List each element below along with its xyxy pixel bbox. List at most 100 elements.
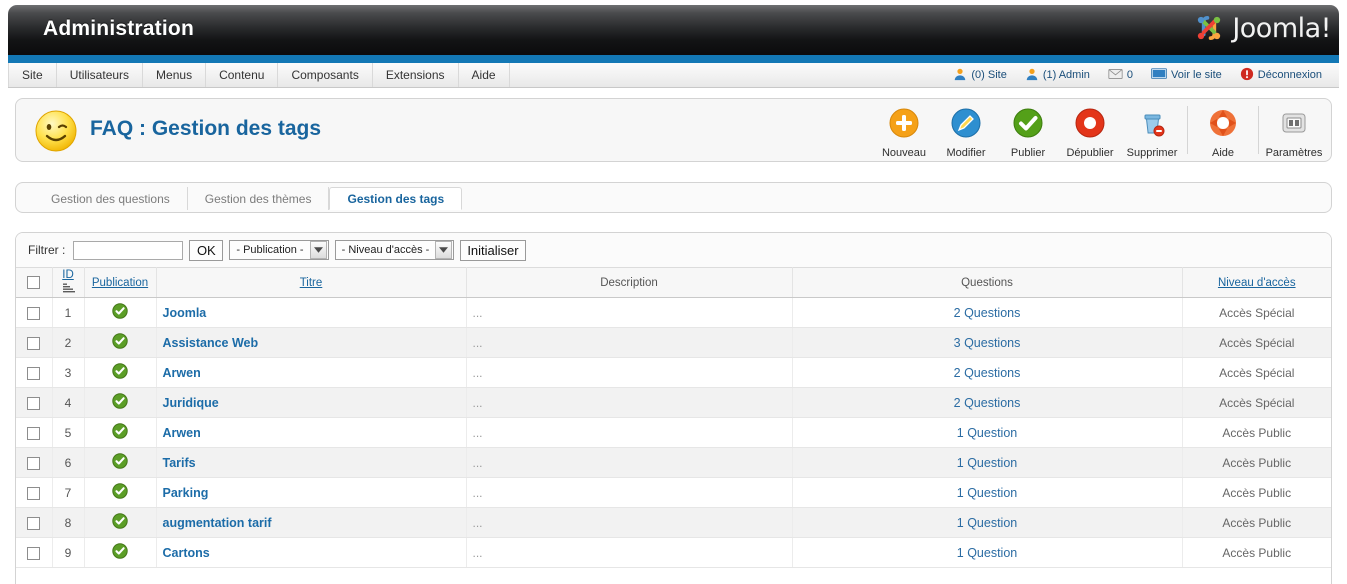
row-checkbox[interactable] — [27, 546, 41, 560]
logout-link[interactable]: Déconnexion — [1233, 67, 1329, 84]
row-title[interactable]: Arwen — [156, 417, 467, 448]
row-select-cell[interactable] — [16, 477, 53, 508]
row-select-cell[interactable] — [16, 447, 53, 478]
row-title-link[interactable]: Juridique — [163, 396, 219, 410]
row-questions[interactable]: 2 Questions — [792, 387, 1183, 418]
menu-item-aide[interactable]: Aide — [459, 63, 510, 87]
header-title[interactable]: Titre — [156, 267, 467, 298]
row-select-cell[interactable] — [16, 507, 53, 538]
header-title-label[interactable]: Titre — [300, 277, 323, 289]
row-title-link[interactable]: Cartons — [163, 546, 210, 560]
header-publication[interactable]: Publication — [84, 267, 157, 298]
header-id-label[interactable]: ID — [62, 269, 74, 281]
filter-ok-button[interactable]: OK — [189, 239, 224, 261]
publication-filter-select[interactable]: - Publication - — [229, 240, 329, 260]
row-publication-toggle[interactable] — [84, 387, 157, 418]
admin-users-status[interactable]: (1) Admin — [1018, 67, 1097, 84]
published-check-icon[interactable] — [112, 303, 128, 322]
row-questions-link[interactable]: 3 Questions — [954, 336, 1021, 350]
tab-gestion-des-themes[interactable]: Gestion des thèmes — [188, 187, 330, 210]
row-publication-toggle[interactable] — [84, 447, 157, 478]
tab-gestion-des-tags[interactable]: Gestion des tags — [329, 187, 463, 210]
header-access[interactable]: Niveau d'accès — [1182, 267, 1331, 298]
row-questions[interactable]: 1 Question — [792, 507, 1183, 538]
row-checkbox[interactable] — [27, 426, 41, 440]
row-title-link[interactable]: Arwen — [163, 366, 201, 380]
row-select-cell[interactable] — [16, 537, 53, 568]
row-title-link[interactable]: augmentation tarif — [163, 516, 272, 530]
header-select-all[interactable] — [16, 267, 53, 298]
row-questions[interactable]: 1 Question — [792, 417, 1183, 448]
row-publication-toggle[interactable] — [84, 297, 157, 328]
toolbar-options-button[interactable]: Paramètres — [1263, 102, 1325, 159]
toolbar-publish-button[interactable]: Publier — [997, 102, 1059, 159]
row-questions[interactable]: 1 Question — [792, 477, 1183, 508]
row-title-link[interactable]: Assistance Web — [163, 336, 259, 350]
search-input[interactable] — [73, 240, 184, 260]
row-title-link[interactable]: Tarifs — [163, 456, 196, 470]
row-questions-link[interactable]: 2 Questions — [954, 396, 1021, 410]
row-title[interactable]: Juridique — [156, 387, 467, 418]
row-checkbox[interactable] — [27, 486, 41, 500]
row-select-cell[interactable] — [16, 297, 53, 328]
tab-gestion-des-questions[interactable]: Gestion des questions — [34, 187, 188, 210]
menu-item-contenu[interactable]: Contenu — [206, 63, 279, 87]
row-checkbox[interactable] — [27, 366, 41, 380]
row-publication-toggle[interactable] — [84, 417, 157, 448]
row-questions[interactable]: 1 Question — [792, 537, 1183, 568]
site-visitors-status[interactable]: (0) Site — [946, 67, 1013, 84]
published-check-icon[interactable] — [112, 393, 128, 412]
toolbar-edit-button[interactable]: Modifier — [935, 102, 997, 159]
row-questions[interactable]: 2 Questions — [792, 297, 1183, 328]
row-title[interactable]: Cartons — [156, 537, 467, 568]
row-title-link[interactable]: Arwen — [163, 426, 201, 440]
row-publication-toggle[interactable] — [84, 537, 157, 568]
filter-reset-button[interactable]: Initialiser — [460, 239, 526, 261]
row-publication-toggle[interactable] — [84, 327, 157, 358]
header-id[interactable]: ID — [52, 267, 85, 298]
header-publication-label[interactable]: Publication — [92, 277, 148, 289]
row-title[interactable]: Joomla — [156, 297, 467, 328]
row-publication-toggle[interactable] — [84, 507, 157, 538]
row-title[interactable]: augmentation tarif — [156, 507, 467, 538]
toolbar-unpublish-button[interactable]: Dépublier — [1059, 102, 1121, 159]
row-questions-link[interactable]: 1 Question — [957, 486, 1017, 500]
published-check-icon[interactable] — [112, 513, 128, 532]
row-questions[interactable]: 1 Question — [792, 447, 1183, 478]
row-checkbox[interactable] — [27, 396, 41, 410]
row-questions[interactable]: 3 Questions — [792, 327, 1183, 358]
row-checkbox[interactable] — [27, 306, 41, 320]
row-title[interactable]: Assistance Web — [156, 327, 467, 358]
menu-item-menus[interactable]: Menus — [143, 63, 207, 87]
row-select-cell[interactable] — [16, 327, 53, 358]
header-access-label[interactable]: Niveau d'accès — [1218, 277, 1296, 289]
row-questions[interactable]: 2 Questions — [792, 357, 1183, 388]
menu-item-extensions[interactable]: Extensions — [373, 63, 459, 87]
toolbar-delete-button[interactable]: Supprimer — [1121, 102, 1183, 159]
menu-item-composants[interactable]: Composants — [278, 63, 373, 87]
select-all-checkbox[interactable] — [27, 276, 41, 289]
row-checkbox[interactable] — [27, 516, 41, 530]
menu-item-site[interactable]: Site — [8, 63, 57, 87]
row-select-cell[interactable] — [16, 357, 53, 388]
row-questions-link[interactable]: 1 Question — [957, 426, 1017, 440]
row-questions-link[interactable]: 1 Question — [957, 516, 1017, 530]
row-select-cell[interactable] — [16, 417, 53, 448]
row-checkbox[interactable] — [27, 336, 41, 350]
row-publication-toggle[interactable] — [84, 357, 157, 388]
row-publication-toggle[interactable] — [84, 477, 157, 508]
published-check-icon[interactable] — [112, 483, 128, 502]
toolbar-new-button[interactable]: Nouveau — [873, 102, 935, 159]
row-questions-link[interactable]: 2 Questions — [954, 306, 1021, 320]
row-title[interactable]: Tarifs — [156, 447, 467, 478]
row-select-cell[interactable] — [16, 387, 53, 418]
row-questions-link[interactable]: 1 Question — [957, 546, 1017, 560]
published-check-icon[interactable] — [112, 363, 128, 382]
menu-item-utilisateurs[interactable]: Utilisateurs — [57, 63, 144, 87]
preview-site-link[interactable]: Voir le site — [1144, 67, 1229, 83]
published-check-icon[interactable] — [112, 543, 128, 562]
row-checkbox[interactable] — [27, 456, 41, 470]
published-check-icon[interactable] — [112, 423, 128, 442]
published-check-icon[interactable] — [112, 453, 128, 472]
row-questions-link[interactable]: 2 Questions — [954, 366, 1021, 380]
